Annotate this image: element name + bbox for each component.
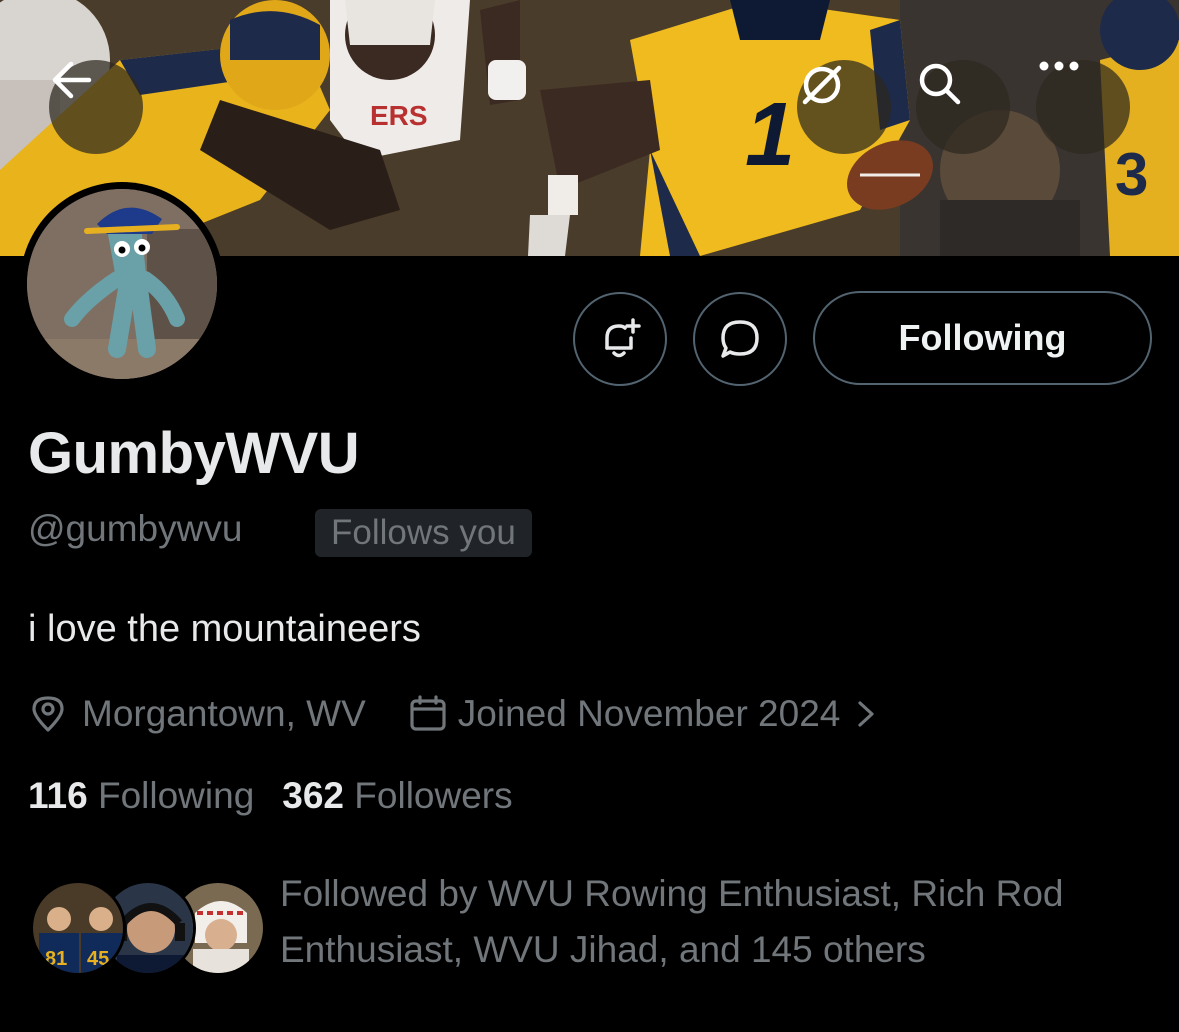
- location: Morgantown, WV: [28, 693, 366, 735]
- display-name: GumbyWVU: [28, 421, 360, 486]
- notifications-button[interactable]: [573, 292, 667, 386]
- followers-label: Followers: [354, 775, 513, 816]
- more-horizontal-icon: [1039, 61, 1079, 71]
- svg-text:ERS: ERS: [370, 100, 428, 131]
- more-button[interactable]: [1036, 60, 1130, 154]
- banner-jersey-number-2: 3: [1115, 141, 1148, 208]
- profile-page: ERS 1 3 Following GumbyWVU @gumbywvu Fol…: [0, 0, 1179, 1032]
- arrow-left-icon: [52, 61, 92, 99]
- follower-avatar-1: 81 45: [30, 880, 126, 976]
- message-button[interactable]: [693, 292, 787, 386]
- follower-jersey-45: 45: [87, 948, 109, 970]
- followed-by-avatars[interactable]: 81 45: [30, 880, 266, 976]
- user-handle: @gumbywvu: [28, 508, 243, 549]
- profile-avatar[interactable]: [20, 182, 224, 386]
- profile-meta: Morgantown, WV Joined November 2024: [28, 690, 878, 738]
- message-bubble-icon: [721, 320, 759, 358]
- search-button[interactable]: [916, 60, 1010, 154]
- location-pin-icon: [32, 696, 64, 732]
- back-button[interactable]: [49, 60, 143, 154]
- following-count-link[interactable]: 116 Following: [28, 775, 254, 817]
- avatar-image: [27, 189, 217, 379]
- grok-button[interactable]: [797, 60, 891, 154]
- joined-date[interactable]: Joined November 2024: [408, 693, 879, 735]
- calendar-icon: [410, 695, 446, 731]
- search-icon: [919, 63, 961, 105]
- following-count: 116: [28, 775, 88, 816]
- chevron-right-icon: [858, 701, 874, 727]
- profile-bio: i love the mountaineers: [28, 608, 421, 650]
- follow-counts: 116 Following 362 Followers: [28, 775, 513, 817]
- follower-jersey-81: 81: [45, 948, 67, 970]
- followed-by-text[interactable]: Followed by WVU Rowing Enthusiast, Rich …: [280, 866, 1160, 978]
- grok-icon: [802, 65, 842, 105]
- following-button[interactable]: Following: [813, 291, 1152, 385]
- joined-text: Joined November 2024: [457, 693, 841, 734]
- following-label: Following: [97, 775, 255, 816]
- location-text: Morgantown, WV: [82, 693, 366, 734]
- banner-jersey-number: 1: [745, 85, 795, 185]
- bell-plus-icon: [605, 318, 641, 358]
- followers-count-link[interactable]: 362 Followers: [282, 775, 512, 817]
- followers-count: 362: [282, 775, 345, 816]
- follows-you-badge: Follows you: [315, 509, 532, 557]
